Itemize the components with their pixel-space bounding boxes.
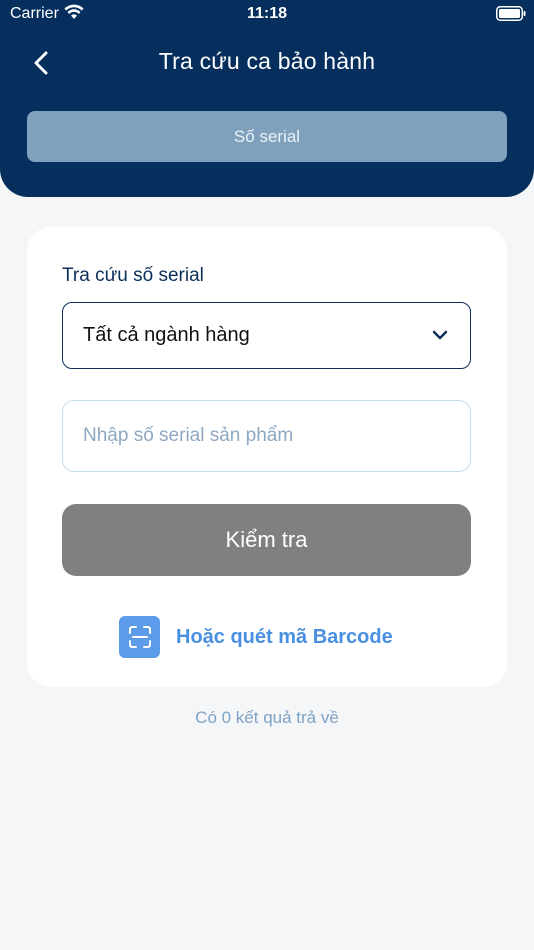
category-select[interactable]: Tất cả ngành hàng — [62, 302, 471, 369]
serial-input[interactable] — [62, 400, 471, 472]
category-selected-value: Tất cả ngành hàng — [83, 324, 250, 346]
scan-barcode-button[interactable]: Hoặc quét mã Barcode — [119, 616, 393, 658]
status-bar: Carrier 11:18 — [0, 0, 534, 28]
chevron-down-icon — [432, 330, 448, 340]
header: Carrier 11:18 Tra cứu ca bảo hành Số ser… — [0, 0, 534, 197]
section-label: Tra cứu số serial — [62, 265, 204, 286]
search-card: Tra cứu số serial Tất cả ngành hàng Kiểm… — [27, 227, 507, 687]
result-count-text: Có 0 kết quả trả về — [195, 708, 339, 727]
battery-icon — [496, 6, 526, 21]
check-button[interactable]: Kiểm tra — [62, 504, 471, 576]
barcode-scan-icon — [119, 616, 160, 658]
page-title: Tra cứu ca bảo hành — [158, 48, 376, 74]
scan-barcode-label: Hoặc quét mã Barcode — [176, 625, 393, 648]
tab-serial-number[interactable]: Số serial — [27, 111, 507, 162]
status-time: 11:18 — [246, 5, 288, 22]
